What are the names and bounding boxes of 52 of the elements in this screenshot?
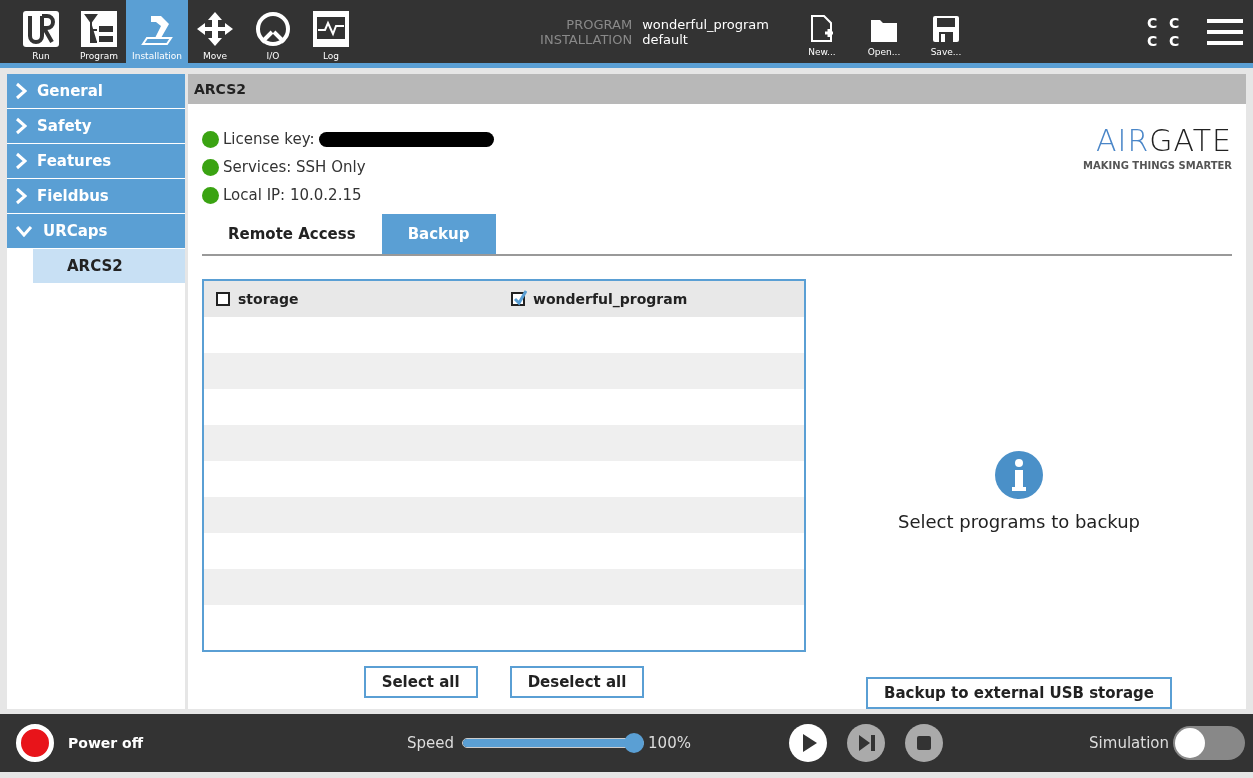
status-text: Local IP: 10.0.2.15	[223, 186, 362, 204]
panel-title: ARCS2	[188, 74, 1246, 104]
move-arrows-icon	[196, 10, 234, 48]
folder-icon	[870, 17, 898, 43]
chevron-right-icon	[15, 187, 27, 205]
hint-text: Select programs to backup	[897, 510, 1140, 532]
program-checkbox[interactable]: wonderful_program	[499, 291, 794, 307]
info-value: wonderful_program	[642, 16, 769, 32]
checkbox[interactable]	[511, 292, 525, 306]
status-mark: C	[1147, 32, 1159, 49]
io-dial-icon	[254, 10, 292, 48]
slider-thumb[interactable]	[624, 733, 645, 753]
status-mark: C	[1169, 14, 1181, 31]
backup-button[interactable]: Backup to external USB storage	[866, 677, 1172, 709]
speed-label: Speed	[407, 734, 455, 752]
speed-slider[interactable]	[462, 733, 645, 753]
tab[interactable]: Remote Access	[202, 214, 382, 254]
chevron-right-icon	[15, 117, 27, 135]
program-checkbox[interactable]: storage	[204, 291, 499, 307]
info-value: default	[642, 31, 688, 47]
checkbox[interactable]	[216, 292, 230, 306]
list-button[interactable]: Select all	[363, 666, 478, 698]
sidebar-subitem[interactable]: ARCS2	[33, 249, 185, 283]
chevron-right-icon	[15, 152, 27, 170]
nav-tab[interactable]: Run	[10, 0, 72, 63]
menu-icon[interactable]	[1207, 17, 1243, 46]
simulation-toggle[interactable]	[1173, 726, 1245, 760]
new-file-icon	[810, 15, 834, 43]
stop-button[interactable]	[904, 724, 943, 762]
status-mark: C	[1147, 14, 1159, 31]
log-graph-icon	[312, 10, 350, 48]
play-button[interactable]	[788, 724, 827, 762]
status-mark: C	[1169, 32, 1181, 49]
file-button[interactable]: New...	[791, 0, 853, 63]
list-button[interactable]: Deselect all	[509, 666, 645, 698]
logo-tagline: MAKING THINGS SMARTER	[1083, 160, 1232, 171]
file-button[interactable]: Open...	[853, 0, 915, 63]
speed-reading: 100%	[648, 734, 691, 752]
status-text: License key:	[223, 130, 315, 148]
info-label: PROGRAM	[565, 16, 633, 32]
chevron-down-icon	[15, 225, 33, 237]
info-label: INSTALLATION	[540, 31, 633, 47]
simulation-label: Simulation	[1089, 734, 1169, 752]
info-icon	[995, 450, 1043, 499]
file-button[interactable]: Save...	[915, 0, 977, 63]
chevron-right-icon	[15, 82, 27, 100]
ur-logo-icon	[22, 10, 60, 48]
power-button[interactable]: Power off	[10, 723, 150, 763]
step-button[interactable]	[846, 724, 885, 762]
program-tree-icon	[80, 10, 118, 48]
logo-wordmark: AIRGATE	[1096, 126, 1232, 156]
status-text: Services: SSH Only	[223, 158, 366, 176]
